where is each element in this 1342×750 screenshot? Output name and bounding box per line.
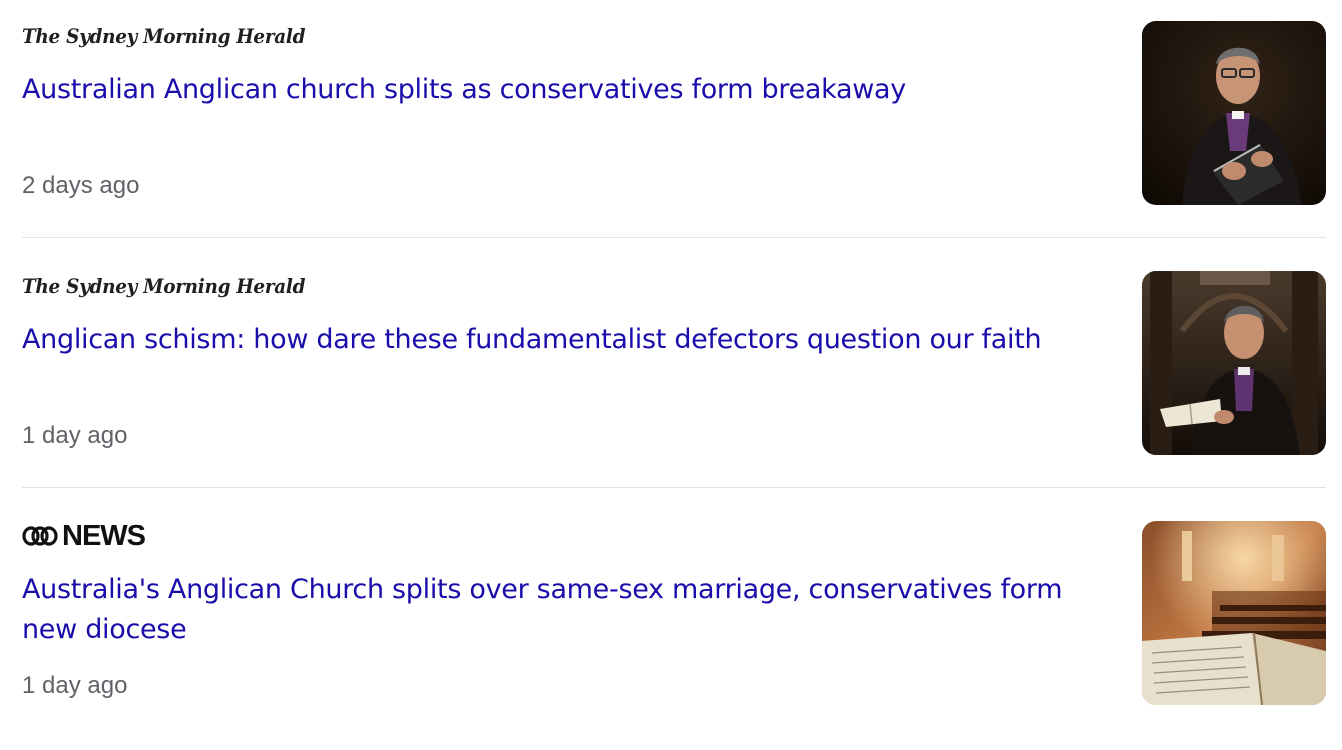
news-headline-link[interactable]: Anglican schism: how dare these fundamen…: [22, 320, 1092, 360]
publish-time: 1 day ago: [22, 422, 128, 449]
news-headline-link[interactable]: Australia's Anglican Church splits over …: [22, 570, 1092, 650]
source-name: NEWS: [62, 519, 146, 552]
source-name: The Sydney Morning Herald: [22, 274, 306, 298]
publish-time: 2 days ago: [22, 172, 140, 199]
news-headline-link[interactable]: Australian Anglican church splits as con…: [22, 70, 1092, 110]
church-interior-bible-image: [1142, 521, 1326, 705]
abc-logo-icon: [22, 525, 58, 547]
news-result-card[interactable]: The Sydney Morning Herald Anglican schis…: [22, 250, 1326, 500]
bishop-portrait-image: [1142, 21, 1326, 205]
news-result-card[interactable]: NEWS Australia's Anglican Church splits …: [22, 500, 1326, 750]
source-name: The Sydney Morning Herald: [22, 24, 306, 48]
news-thumbnail[interactable]: [1142, 271, 1326, 455]
news-source: NEWS: [22, 519, 146, 552]
news-source: The Sydney Morning Herald: [22, 272, 330, 300]
result-divider: [22, 487, 1326, 488]
result-divider: [22, 237, 1326, 238]
bishop-in-cathedral-image: [1142, 271, 1326, 455]
news-result-card[interactable]: The Sydney Morning Herald Australian Ang…: [22, 0, 1326, 250]
publish-time: 1 day ago: [22, 672, 128, 699]
news-thumbnail[interactable]: [1142, 21, 1326, 205]
news-source: The Sydney Morning Herald: [22, 22, 330, 50]
news-results-list: The Sydney Morning Herald Australian Ang…: [0, 0, 1342, 725]
news-thumbnail[interactable]: [1142, 521, 1326, 705]
